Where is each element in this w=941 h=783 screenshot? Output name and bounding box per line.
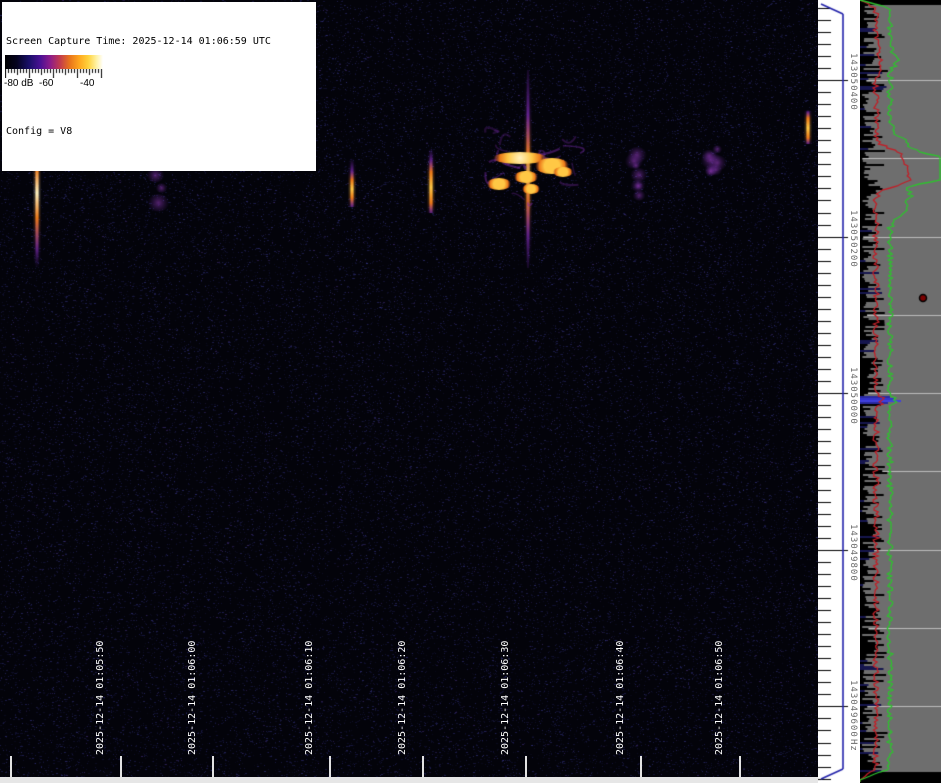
freq-label: 143049600	[848, 680, 858, 738]
freq-label: 143050400	[848, 53, 858, 111]
freq-unit-label: Hz	[848, 739, 858, 752]
time-label: 2025-12-14 01:06:10	[304, 640, 315, 755]
freq-label: 143050000	[848, 367, 858, 425]
freq-label: 143049800	[848, 524, 858, 582]
time-tick	[640, 756, 642, 777]
time-tick	[739, 756, 741, 777]
time-tick	[10, 756, 12, 777]
time-label: 2025-12-14 01:06:50	[714, 640, 725, 755]
colorbar-gradient	[5, 55, 103, 69]
time-label: 2025-12-14 01:06:30	[500, 640, 511, 755]
time-tick	[329, 756, 331, 777]
time-label: 2025-12-14 01:06:20	[397, 640, 408, 755]
intensity-colorbar-legend: -80 dB -60 -40	[3, 52, 106, 92]
colorbar-db-label: -80 dB	[4, 78, 34, 89]
colorbar-db-label: -40	[80, 78, 95, 89]
time-axis-baseline	[0, 777, 818, 783]
colorbar-ruler	[5, 69, 104, 78]
capture-time-text: Screen Capture Time: 2025-12-14 01:06:59…	[6, 36, 271, 47]
time-tick	[212, 756, 214, 777]
time-tick	[120, 756, 122, 777]
time-label: 2025-12-14 01:05:50	[95, 640, 106, 755]
time-label: 2025-12-14 01:06:00	[187, 640, 198, 755]
side-spectrum-panel	[860, 0, 941, 783]
time-label: 2025-12-14 01:06:40	[615, 640, 626, 755]
capture-config-text: Config = V8	[6, 126, 73, 137]
time-tick	[422, 756, 424, 777]
freq-label: 143050200	[848, 210, 858, 268]
colorbar-db-label: -60	[39, 78, 54, 89]
spectrogram-capture-window: Screen Capture Time: 2025-12-14 01:06:59…	[0, 0, 941, 783]
time-tick	[525, 756, 527, 777]
